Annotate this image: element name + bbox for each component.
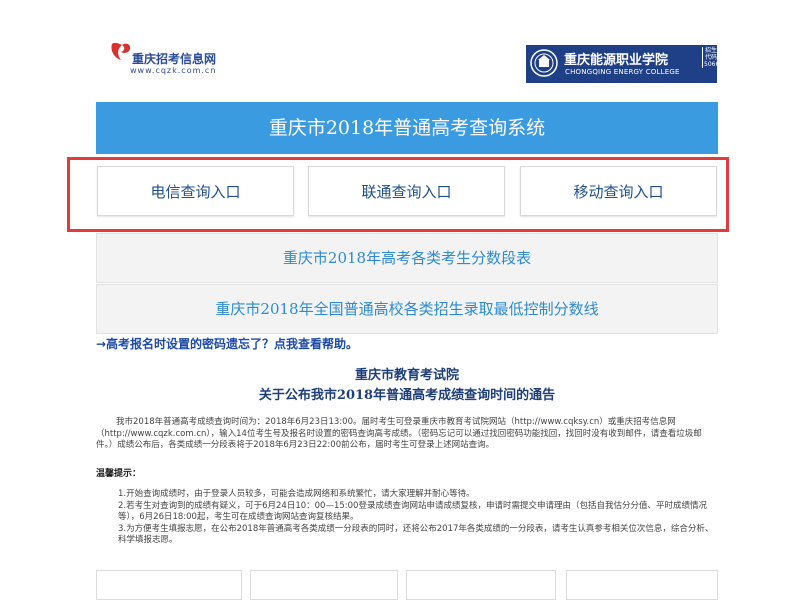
admission-cutoff-link[interactable]: 重庆市2018年全国普通高校各类招生录取最低控制分数线 (96, 284, 718, 334)
tip-item: 2.若考生对查询到的成绩有疑义，可于6月24日10：00—15:00登录成绩查询… (118, 500, 707, 523)
bottom-card[interactable] (250, 570, 398, 600)
tip-item: 3.为方便考生填报志愿，在公布2018年普通高考各类成绩一分段表的同时，还将公布… (118, 523, 714, 546)
notice-body: 我市2018年普通高考成绩查询时间为：2018年6月23日13:00。届时考生可… (96, 417, 702, 450)
college-enroll-code: 招生代码5066 (702, 47, 720, 68)
cqzk-logo-icon (111, 42, 131, 60)
mobile-entry-button[interactable]: 移动查询入口 (520, 166, 717, 216)
page-header: 重庆招考信息网 www.cqzk.com.cn 重庆能源职业学院 CHONGQI… (0, 0, 800, 100)
notice-title: 关于公布我市2018年普通高考成绩查询时间的通告 (258, 388, 556, 403)
college-emblem-icon (530, 49, 558, 77)
notice-org: 重庆市教育考试院 (354, 368, 459, 383)
college-name-cn: 重庆能源职业学院 (564, 53, 669, 68)
tips-heading: 温馨提示： (96, 469, 142, 479)
bottom-card[interactable] (96, 570, 242, 600)
site-logo-name: 重庆招考信息网 (132, 52, 217, 66)
system-title-banner: 重庆市2018年普通高考查询系统 (96, 102, 718, 154)
bottom-card[interactable] (566, 570, 718, 600)
telecom-entry-button[interactable]: 电信查询入口 (97, 166, 294, 216)
tips-list: 1.开始查询成绩时，由于登录人员较多，可能会造成网络和系统繁忙，请大家理解并耐心… (118, 489, 718, 547)
tip-item: 1.开始查询成绩时，由于登录人员较多，可能会造成网络和系统繁忙，请大家理解并耐心… (118, 489, 475, 499)
college-logo[interactable]: 重庆能源职业学院 CHONGQING ENERGY COLLEGE 招生代码50… (526, 45, 720, 83)
score-distribution-link[interactable]: 重庆市2018年高考各类考生分数段表 (96, 233, 718, 283)
college-name-en: CHONGQING ENERGY COLLEGE (565, 68, 680, 76)
password-help-link[interactable]: →高考报名时设置的密码遗忘了？点我查看帮助。 (96, 335, 358, 352)
site-logo-url: www.cqzk.com.cn (130, 66, 217, 75)
cqzk-logo[interactable]: 重庆招考信息网 www.cqzk.com.cn (108, 38, 248, 78)
bottom-card[interactable] (406, 570, 556, 600)
unicom-entry-button[interactable]: 联通查询入口 (308, 166, 505, 216)
